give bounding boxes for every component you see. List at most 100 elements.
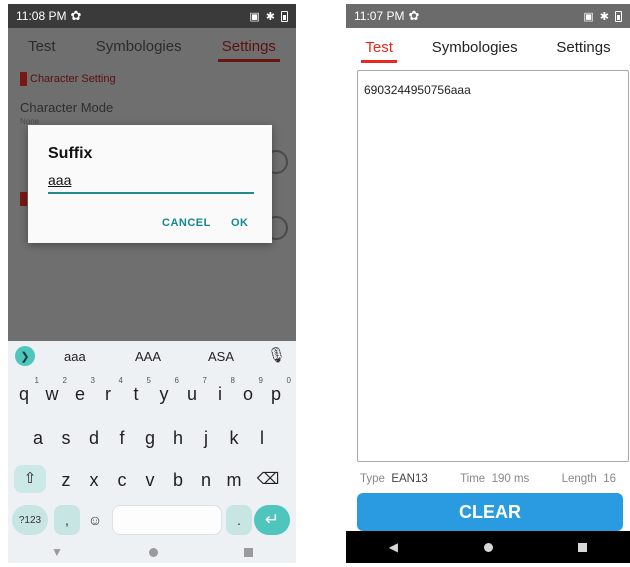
key-q[interactable]: q bbox=[12, 379, 36, 409]
key-hint: 0 bbox=[286, 376, 291, 385]
recents-icon[interactable] bbox=[243, 547, 253, 557]
key-w[interactable]: w bbox=[40, 379, 64, 409]
tab-settings[interactable]: Settings bbox=[552, 33, 614, 62]
back-icon[interactable]: ◀ bbox=[389, 540, 398, 554]
tab-symbologies[interactable]: Symbologies bbox=[428, 33, 522, 62]
tab-test[interactable]: Test bbox=[24, 32, 60, 61]
key-hint: 1 bbox=[34, 376, 39, 385]
gear-icon: ✿ bbox=[408, 8, 420, 23]
key-c[interactable]: c bbox=[110, 465, 134, 495]
battery-icon bbox=[615, 10, 622, 22]
key-r[interactable]: r bbox=[96, 379, 120, 409]
mic-icon[interactable]: 🎙 bbox=[267, 346, 286, 364]
key-b[interactable]: b bbox=[166, 465, 190, 495]
key-i[interactable]: i bbox=[208, 379, 232, 409]
setting-label-character-mode[interactable]: Character Mode bbox=[20, 100, 113, 115]
key-u[interactable]: u bbox=[180, 379, 204, 409]
enter-icon[interactable]: ↵ bbox=[254, 505, 290, 535]
key-p[interactable]: p bbox=[264, 379, 288, 409]
tab-bar: Test Symbologies Settings bbox=[8, 28, 296, 64]
key-hint: 6 bbox=[174, 376, 179, 385]
key-n[interactable]: n bbox=[194, 465, 218, 495]
suffix-dialog: Suffix aaa CANCEL OK bbox=[28, 125, 272, 243]
navigation-bar: ◀ bbox=[346, 531, 630, 563]
key-hint: 3 bbox=[90, 376, 95, 385]
key-d[interactable]: d bbox=[82, 423, 106, 453]
clear-button[interactable]: CLEAR bbox=[357, 493, 623, 531]
shift-icon[interactable]: ⇧ bbox=[14, 465, 46, 493]
keyboard-row-1: q1w2e3r4t5y6u7i8o9p0 bbox=[8, 376, 296, 413]
type-label: Type bbox=[360, 473, 385, 485]
dialog-title: Suffix bbox=[48, 145, 93, 162]
scan-result-text: 6903244950756aaa bbox=[364, 83, 471, 97]
right-phone-screen: 11:07 PM ✿ ▣ ✱ Test Symbologies Settings… bbox=[346, 4, 630, 563]
time-label: Time bbox=[460, 473, 486, 485]
nfc-icon: ▣ bbox=[583, 10, 594, 23]
emoji-icon[interactable]: ☺ bbox=[82, 505, 108, 535]
recents-icon[interactable] bbox=[578, 542, 588, 552]
backspace-icon[interactable]: ⌫ bbox=[256, 465, 280, 495]
comma-key[interactable]: , bbox=[54, 505, 80, 535]
bluetooth-icon: ✱ bbox=[265, 10, 275, 23]
soft-keyboard: ❯ aaa AAA ASA 🎙 q1w2e3r4t5y6u7i8o9p0 asd… bbox=[8, 341, 296, 541]
time-value: 190 ms bbox=[491, 473, 530, 485]
status-bar: 11:07 PM ✿ ▣ ✱ bbox=[346, 4, 630, 28]
key-l[interactable]: l bbox=[250, 423, 274, 453]
key-j[interactable]: j bbox=[194, 423, 218, 453]
key-hint: 7 bbox=[202, 376, 207, 385]
section-header: Character Setting bbox=[30, 73, 116, 85]
nfc-icon: ▣ bbox=[249, 10, 260, 23]
tab-test[interactable]: Test bbox=[361, 33, 397, 63]
home-icon[interactable] bbox=[148, 547, 158, 557]
tab-bar: Test Symbologies Settings bbox=[346, 28, 630, 66]
key-hint: 5 bbox=[146, 376, 151, 385]
period-key[interactable]: . bbox=[226, 505, 252, 535]
left-phone-screen: 11:08 PM ✿ ▣ ✱ Test Symbologies Settings… bbox=[8, 4, 296, 563]
key-s[interactable]: s bbox=[54, 423, 78, 453]
key-v[interactable]: v bbox=[138, 465, 162, 495]
key-o[interactable]: o bbox=[236, 379, 260, 409]
key-t[interactable]: t bbox=[124, 379, 148, 409]
length-value: 16 bbox=[603, 473, 616, 485]
navigation-bar: ▼ bbox=[8, 541, 296, 563]
scan-info-bar: Type EAN13 Time 190 ms Length 16 bbox=[346, 473, 630, 485]
section-marker bbox=[20, 72, 27, 86]
suffix-input[interactable]: aaa bbox=[48, 172, 254, 194]
tab-symbologies[interactable]: Symbologies bbox=[92, 32, 186, 61]
scan-result-box[interactable]: 6903244950756aaa bbox=[357, 70, 629, 462]
test-screen: Test Symbologies Settings 6903244950756a… bbox=[346, 28, 630, 531]
key-hint: 9 bbox=[258, 376, 263, 385]
key-y[interactable]: y bbox=[152, 379, 176, 409]
key-g[interactable]: g bbox=[138, 423, 162, 453]
key-x[interactable]: x bbox=[82, 465, 106, 495]
key-hint: 8 bbox=[230, 376, 235, 385]
chevron-right-icon[interactable]: ❯ bbox=[15, 346, 35, 366]
tab-indicator bbox=[217, 58, 280, 62]
tab-indicator bbox=[361, 59, 397, 63]
key-e[interactable]: e bbox=[68, 379, 92, 409]
key-k[interactable]: k bbox=[222, 423, 246, 453]
suggestion-item[interactable]: AAA bbox=[135, 349, 161, 364]
tab-settings[interactable]: Settings bbox=[217, 32, 280, 62]
key-f[interactable]: f bbox=[110, 423, 134, 453]
key-z[interactable]: z bbox=[54, 465, 78, 495]
ok-button[interactable]: OK bbox=[231, 217, 249, 229]
keyboard-row-4: ?123 , ☺ . ↵ bbox=[8, 505, 296, 539]
spacebar[interactable] bbox=[112, 505, 222, 535]
status-time: 11:07 PM bbox=[354, 9, 405, 23]
bluetooth-icon: ✱ bbox=[599, 10, 609, 23]
home-icon[interactable] bbox=[483, 542, 493, 552]
suggestion-item[interactable]: ASA bbox=[208, 349, 234, 364]
cancel-button[interactable]: CANCEL bbox=[162, 217, 211, 229]
key-hint: 4 bbox=[118, 376, 123, 385]
key-hint: 2 bbox=[62, 376, 67, 385]
symbols-key[interactable]: ?123 bbox=[12, 505, 48, 535]
key-h[interactable]: h bbox=[166, 423, 190, 453]
battery-icon bbox=[281, 10, 288, 22]
back-icon[interactable]: ▼ bbox=[51, 545, 63, 559]
status-time: 11:08 PM bbox=[16, 9, 67, 23]
suggestion-item[interactable]: aaa bbox=[64, 349, 86, 364]
section-marker bbox=[20, 192, 27, 206]
key-a[interactable]: a bbox=[26, 423, 50, 453]
key-m[interactable]: m bbox=[222, 465, 246, 495]
